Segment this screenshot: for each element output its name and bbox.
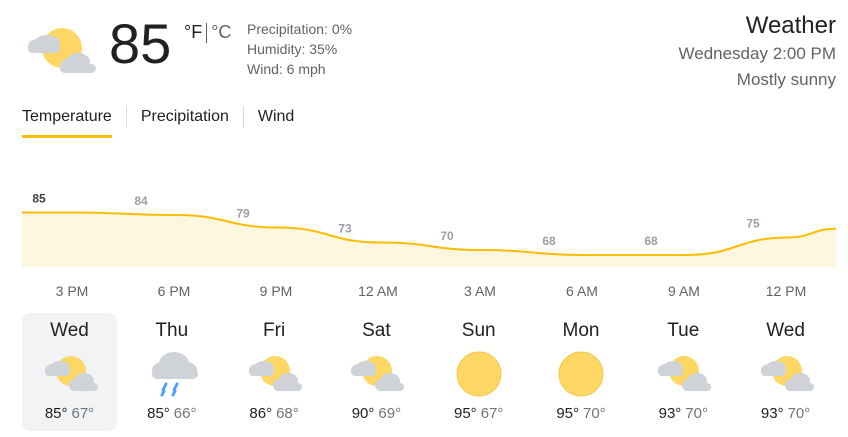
- weather-datetime: Wednesday 2:00 PM: [678, 44, 837, 63]
- partly-cloudy-icon: [22, 22, 98, 78]
- day-temps: 90° 69°: [329, 405, 424, 423]
- day-high: 86°: [249, 405, 273, 422]
- weather-title: Weather: [745, 12, 836, 39]
- day-temps: 86° 68°: [227, 405, 322, 423]
- temperature-data-label: 75: [746, 217, 760, 231]
- temperature-data-label: 84: [134, 194, 148, 208]
- day-name: Fri: [263, 320, 286, 341]
- time-axis-label: 9 AM: [668, 283, 700, 299]
- day-low: 69°: [378, 405, 402, 422]
- tab-divider: [125, 106, 127, 128]
- day-temps: 95° 67°: [431, 405, 526, 423]
- day-name: Sat: [362, 320, 391, 341]
- day-high: 95°: [556, 405, 579, 422]
- partly-cloudy-icon: [756, 349, 816, 397]
- day-high: 85°: [44, 405, 68, 422]
- day-temps: 85° 66°: [124, 405, 219, 423]
- day-low: 66°: [173, 405, 197, 422]
- day-low: 70°: [583, 405, 606, 422]
- temperature-chart-svg: 85 84 79 73 70 68 68 75: [22, 192, 837, 267]
- day-low: 68°: [276, 405, 299, 422]
- day-high: 90°: [351, 405, 375, 422]
- precipitation-text: Precipitation: 0%: [247, 21, 353, 37]
- day-name: Wed: [766, 320, 805, 341]
- temperature-data-label: 68: [644, 234, 658, 248]
- day-name: Thu: [155, 320, 189, 341]
- time-axis: 3 PM 6 PM 9 PM 12 AM 3 AM 6 AM 9 AM 12 PM: [0, 283, 848, 301]
- tab-precipitation[interactable]: Precipitation: [141, 104, 229, 138]
- unit-celsius[interactable]: °C: [211, 22, 231, 43]
- chart-tabs: Temperature Precipitation Wind: [22, 104, 294, 138]
- day-temps: 93° 70°: [636, 405, 731, 423]
- time-axis-label: 12 PM: [765, 283, 807, 299]
- time-axis-label: 9 PM: [259, 283, 293, 299]
- unit-separator: [206, 22, 208, 43]
- day-high: 93°: [658, 405, 682, 422]
- temperature-data-label: 79: [236, 207, 250, 221]
- wind-text: Wind: 6 mph: [247, 61, 326, 77]
- current-temperature: 85: [109, 12, 172, 75]
- tab-divider: [242, 106, 244, 128]
- day-temps: 93° 70°: [738, 405, 833, 423]
- unit-fahrenheit[interactable]: °F: [184, 22, 202, 43]
- time-axis-label: 6 PM: [157, 283, 191, 299]
- day-card[interactable]: Sat 90° 69°: [329, 313, 424, 431]
- day-card[interactable]: Tue 93° 70°: [636, 313, 731, 431]
- day-card[interactable]: Thu 85° 66°: [124, 313, 219, 431]
- current-details: Precipitation: 0% Humidity: 35% Wind: 6 …: [247, 19, 352, 79]
- day-low: 70°: [787, 405, 811, 422]
- temperature-data-label: 70: [440, 229, 454, 243]
- time-axis-label: 3 AM: [464, 283, 496, 299]
- day-low: 70°: [685, 405, 708, 422]
- partly-cloudy-icon: [244, 349, 304, 397]
- sun-icon: [551, 349, 611, 397]
- tab-wind[interactable]: Wind: [258, 104, 294, 138]
- temperature-area: [22, 212, 836, 267]
- day-temps: 95° 70°: [534, 405, 629, 423]
- day-name: Mon: [562, 320, 600, 341]
- day-high: 85°: [147, 405, 170, 422]
- day-name: Tue: [667, 320, 700, 341]
- rain-icon: [142, 349, 202, 397]
- day-temps: 85° 67°: [22, 405, 117, 423]
- day-card[interactable]: Wed 93° 70°: [738, 313, 833, 431]
- day-card[interactable]: Wed 85° 67°: [22, 313, 117, 431]
- temperature-chart: 85 84 79 73 70 68 68 75: [0, 180, 848, 280]
- weather-header: Weather Wednesday 2:00 PM Mostly sunny: [679, 11, 837, 93]
- temperature-data-label: 73: [338, 222, 352, 236]
- daily-forecast: Wed 85° 67° Thu 85° 66° Fri 86° 68° Sat 90° 69° Sun 9…: [22, 313, 840, 431]
- humidity-text: Humidity: 35%: [247, 41, 338, 57]
- tab-temperature[interactable]: Temperature: [22, 104, 112, 138]
- day-high: 93°: [760, 405, 784, 422]
- partly-cloudy-icon: [346, 349, 406, 397]
- day-card[interactable]: Fri 86° 68°: [227, 313, 322, 431]
- sun-icon: [449, 349, 509, 397]
- day-name: Sun: [461, 320, 496, 341]
- partly-cloudy-icon: [653, 349, 713, 397]
- day-high: 95°: [454, 405, 477, 422]
- day-name: Wed: [50, 320, 89, 341]
- day-low: 67°: [71, 405, 95, 422]
- day-low: 67°: [480, 405, 504, 422]
- time-axis-label: 12 AM: [358, 283, 398, 299]
- time-axis-label: 3 PM: [55, 283, 89, 299]
- day-card[interactable]: Sun 95° 67°: [431, 313, 526, 431]
- weather-condition: Mostly sunny: [736, 70, 836, 89]
- time-axis-label: 6 AM: [566, 283, 598, 299]
- unit-toggle: °F °C: [184, 22, 231, 43]
- day-card[interactable]: Mon 95° 70°: [534, 313, 629, 431]
- temperature-data-label: 85: [32, 192, 46, 206]
- temperature-data-label: 68: [542, 234, 556, 248]
- partly-cloudy-icon: [40, 349, 100, 397]
